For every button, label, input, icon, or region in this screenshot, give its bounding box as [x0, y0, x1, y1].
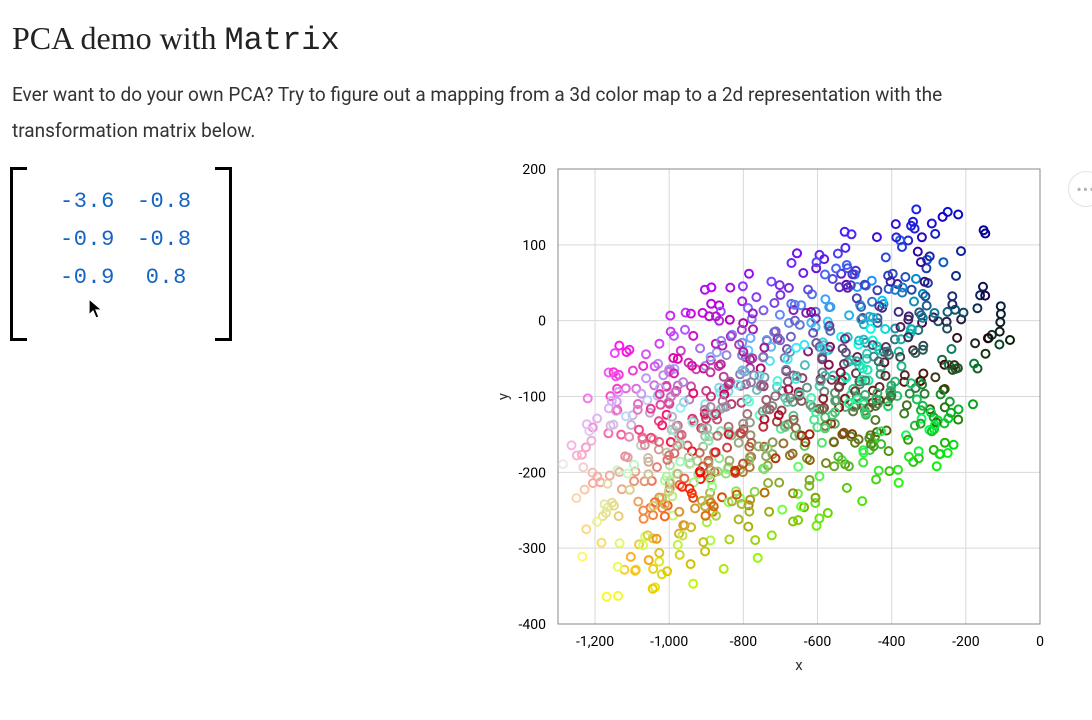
matrix-cell[interactable]: -0.8: [137, 227, 192, 252]
matrix-row: -0.9 -0.8: [60, 227, 192, 252]
svg-text:-800: -800: [730, 634, 758, 650]
title-code: Matrix: [224, 22, 339, 59]
svg-text:-400: -400: [878, 634, 906, 650]
svg-text:0: 0: [538, 314, 546, 330]
svg-text:-200: -200: [519, 466, 547, 482]
title-text: PCA demo with: [12, 20, 224, 56]
svg-text:x: x: [795, 656, 803, 674]
matrix-cell[interactable]: 0.8: [137, 265, 187, 290]
matrix-row: -0.9 0.8: [60, 265, 192, 290]
svg-text:-100: -100: [519, 390, 547, 406]
matrix-left-bracket: [10, 167, 27, 341]
intro-paragraph: Ever want to do your own PCA? Try to fig…: [12, 77, 1042, 149]
svg-text:y: y: [494, 393, 512, 400]
scatter-plot[interactable]: ••• -1,200-1,000-800-600-400-2000-400-30…: [492, 159, 1052, 679]
svg-text:-200: -200: [952, 634, 980, 650]
scatter-svg: -1,200 -1,000 -800 -600 -400 -200 0 -400 -300 -20…: [492, 159, 1052, 679]
svg-text:-400: -400: [519, 617, 547, 633]
svg-text:100: 100: [522, 238, 546, 254]
svg-text:200: 200: [522, 162, 546, 178]
matrix-cell[interactable]: -0.9: [60, 227, 115, 252]
svg-text:-1,200: -1,200: [576, 634, 614, 650]
matrix-right-bracket: [215, 167, 232, 341]
svg-text:-300: -300: [519, 541, 547, 557]
matrix-cell[interactable]: -0.9: [60, 265, 115, 290]
plot-more-button[interactable]: •••: [1068, 171, 1092, 207]
ellipsis-icon: •••: [1076, 180, 1092, 199]
matrix-cell[interactable]: -3.6: [60, 189, 115, 214]
page-title: PCA demo with Matrix: [12, 20, 1092, 59]
svg-text:0: 0: [1036, 634, 1044, 650]
svg-text:-1,000: -1,000: [650, 634, 688, 650]
svg-text:-600: -600: [804, 634, 832, 650]
matrix-row: -3.6 -0.8: [60, 189, 192, 214]
transformation-matrix[interactable]: -3.6 -0.8 -0.9 -0.8 -0.9 0.8: [10, 167, 232, 335]
matrix-cell[interactable]: -0.8: [137, 189, 192, 214]
